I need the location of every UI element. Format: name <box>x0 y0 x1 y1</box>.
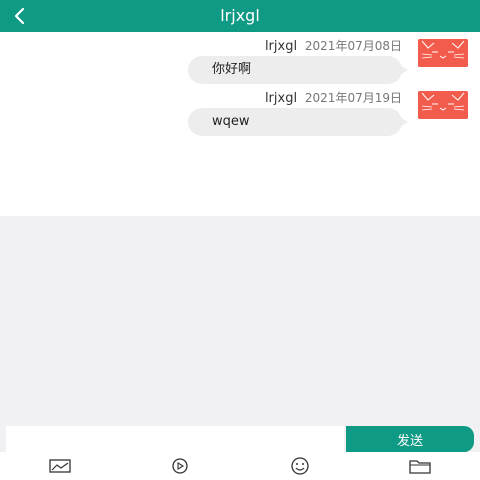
message-sender: lrjxgl <box>264 91 298 106</box>
header-bar: lrjxgl <box>0 0 480 32</box>
empty-panel <box>0 216 480 424</box>
message-date: 2021年07月19日 <box>304 91 402 105</box>
message-sender: lrjxgl <box>264 39 298 54</box>
emoji-icon[interactable] <box>288 457 312 475</box>
image-icon[interactable] <box>48 457 72 475</box>
bottom-toolbar <box>0 452 480 480</box>
message-bubble[interactable]: wqew <box>188 108 408 136</box>
send-button[interactable]: 发送 <box>346 426 474 452</box>
chat-message-list[interactable]: lrjxgl 2021年07月08日 你好啊 lrjxgl 2021年07月19… <box>0 32 480 216</box>
message-meta: lrjxgl 2021年07月08日 <box>265 37 402 54</box>
message-input[interactable] <box>6 426 344 452</box>
chat-message: lrjxgl 2021年07月19日 wqew <box>0 84 480 154</box>
message-date: 2021年07月08日 <box>304 39 402 53</box>
cat-avatar-icon[interactable] <box>418 91 468 119</box>
folder-icon[interactable] <box>408 457 432 475</box>
video-play-icon[interactable] <box>168 457 192 475</box>
message-meta: lrjxgl 2021年07月19日 <box>265 89 402 106</box>
page-title: lrjxgl <box>220 6 260 25</box>
cat-avatar-icon[interactable] <box>418 39 468 67</box>
composer-bar: 发送 <box>0 424 480 452</box>
message-bubble[interactable]: 你好啊 <box>188 56 408 84</box>
